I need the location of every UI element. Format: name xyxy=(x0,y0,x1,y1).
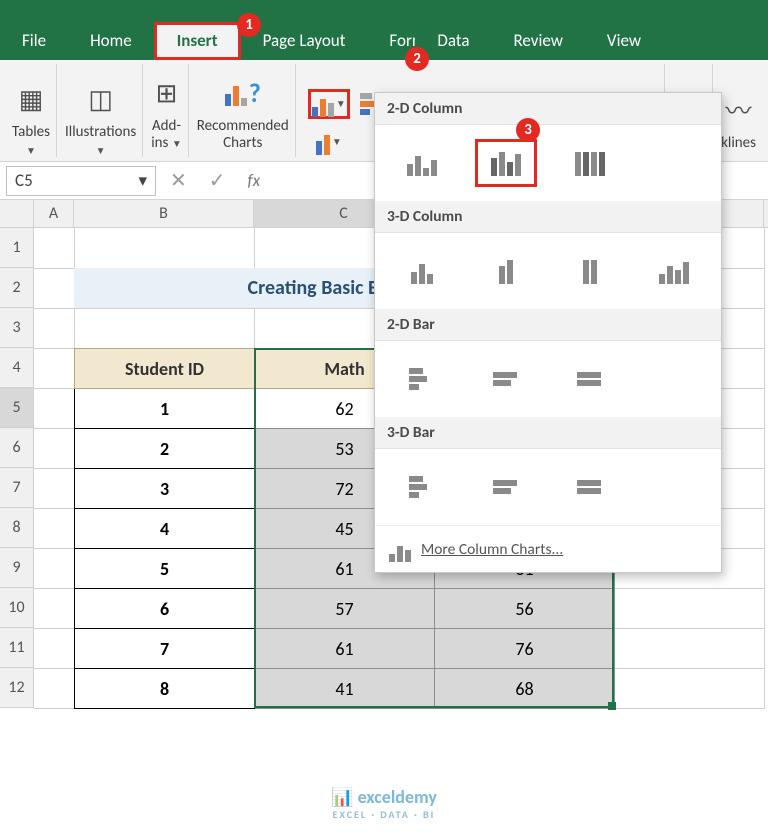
callout-badge-3: 3 xyxy=(516,118,540,142)
tab-file[interactable]: File xyxy=(0,22,68,60)
cell[interactable]: 76 xyxy=(435,629,615,669)
row-header-4[interactable]: 4 xyxy=(0,348,34,388)
chevron-down-icon[interactable]: ▾ xyxy=(138,170,147,191)
chart-100pct-stacked-column[interactable] xyxy=(559,139,621,187)
more-column-charts-label: More Column Charts... xyxy=(421,540,563,559)
group-addins[interactable]: ⊞ Add-ins ▼ xyxy=(145,64,189,157)
row-header-7[interactable]: 7 xyxy=(0,468,34,508)
tab-review[interactable]: Review xyxy=(492,22,585,60)
enter-icon[interactable]: ✓ xyxy=(209,168,226,193)
cancel-icon[interactable]: ✕ xyxy=(170,168,187,193)
table-header-id[interactable]: Student ID xyxy=(75,349,255,389)
illustrations-icon: ◫ xyxy=(88,76,113,122)
row-header-5[interactable]: 5 xyxy=(0,388,34,428)
chevron-down-icon: ▼ xyxy=(96,144,106,157)
watermark: 📊 exceldemy EXCEL · DATA · BI xyxy=(331,786,437,821)
group-recommended-charts[interactable]: ? RecommendedCharts xyxy=(191,64,296,157)
cell[interactable]: 56 xyxy=(435,589,615,629)
chart-3d-column[interactable] xyxy=(643,247,705,295)
row-header-12[interactable]: 12 xyxy=(0,668,34,708)
name-box[interactable]: C5 ▾ xyxy=(6,166,156,196)
group-recommended-charts-label: RecommendedCharts xyxy=(197,118,289,151)
row-headers: 1 2 3 4 5 6 7 8 9 10 11 12 xyxy=(0,228,34,709)
table-row[interactable]: 3 xyxy=(75,469,255,509)
table-row[interactable]: 7 xyxy=(75,629,255,669)
row-header-10[interactable]: 10 xyxy=(0,588,34,628)
table-row[interactable]: 4 xyxy=(75,509,255,549)
row-header-1[interactable]: 1 xyxy=(0,228,34,268)
section-2d-bar: 2-D Bar xyxy=(375,309,721,341)
sparkline-icon: 〰 xyxy=(726,87,752,133)
chart-100pct-stacked-bar[interactable] xyxy=(559,355,621,403)
tab-insert[interactable]: Insert xyxy=(154,22,241,60)
title-bar xyxy=(0,0,768,22)
fx-icon[interactable]: fx xyxy=(248,170,261,191)
table-row[interactable]: 6 xyxy=(75,589,255,629)
table-row[interactable]: 2 xyxy=(75,429,255,469)
chart-3d-clustered-bar[interactable] xyxy=(391,463,453,511)
cell[interactable]: 57 xyxy=(255,589,435,629)
section-3d-column: 3-D Column xyxy=(375,201,721,233)
callout-badge-2: 2 xyxy=(405,47,429,71)
section-2d-column: 2-D Column xyxy=(375,93,721,125)
group-illustrations-label: Illustrations xyxy=(65,124,136,141)
more-column-charts[interactable]: More Column Charts... xyxy=(375,525,721,572)
row-header-9[interactable]: 9 xyxy=(0,548,34,588)
recommended-charts-icon: ? xyxy=(225,70,261,116)
insert-column-chart-dropdown: 2-D Column 3-D Column 2-D Bar 3-D Bar Mo… xyxy=(374,92,722,573)
col-header-B[interactable]: B xyxy=(74,200,254,227)
watermark-brand: exceldemy xyxy=(358,786,437,808)
bar-chart-icon xyxy=(389,536,411,562)
group-illustrations[interactable]: ◫ Illustrations ▼ xyxy=(59,64,143,157)
row-header-3[interactable]: 3 xyxy=(0,308,34,348)
row-header-11[interactable]: 11 xyxy=(0,628,34,668)
col-header-A[interactable]: A xyxy=(34,200,74,227)
charts-button-row-2: ▼ xyxy=(304,119,354,157)
section-3d-bar: 3-D Bar xyxy=(375,417,721,449)
tab-view[interactable]: View xyxy=(585,22,663,60)
group-addins-label: Add-ins ▼ xyxy=(151,118,182,151)
tab-home[interactable]: Home xyxy=(68,22,154,60)
group-sparklines[interactable]: 〰 klines xyxy=(715,64,762,157)
group-tables-label: Tables xyxy=(12,124,50,141)
insert-combo-chart-button[interactable]: ▼ xyxy=(308,127,350,157)
table-icon: ▦ xyxy=(19,76,44,122)
insert-column-chart-button[interactable]: ▼ xyxy=(308,89,350,119)
chart-3d-stacked-bar[interactable] xyxy=(475,463,537,511)
row-header-8[interactable]: 8 xyxy=(0,508,34,548)
chart-3d-100pct-stacked-column[interactable] xyxy=(559,247,621,295)
group-tables[interactable]: ▦ Tables ▼ xyxy=(6,64,57,157)
chart-stacked-column[interactable] xyxy=(475,139,537,187)
row-header-6[interactable]: 6 xyxy=(0,428,34,468)
table-row[interactable]: 1 xyxy=(75,389,255,429)
name-box-value: C5 xyxy=(15,170,33,191)
chart-3d-stacked-column[interactable] xyxy=(475,247,537,295)
table-row[interactable]: 5 xyxy=(75,549,255,589)
table-row[interactable]: 8 xyxy=(75,669,255,709)
watermark-tagline: EXCEL · DATA · BI xyxy=(333,808,436,821)
addins-icon: ⊞ xyxy=(156,70,178,116)
chart-clustered-bar[interactable] xyxy=(391,355,453,403)
chart-stacked-bar[interactable] xyxy=(475,355,537,403)
callout-badge-1: 1 xyxy=(237,13,261,37)
ribbon-tabs: File Home Insert Page Layout Formulas Da… xyxy=(0,22,768,60)
cell[interactable]: 41 xyxy=(255,669,435,709)
group-sparklines-label: klines xyxy=(721,135,756,152)
cell[interactable]: 68 xyxy=(435,669,615,709)
row-header-2[interactable]: 2 xyxy=(0,268,34,308)
chart-3d-clustered-column[interactable] xyxy=(391,247,453,295)
cell[interactable]: 61 xyxy=(255,629,435,669)
chevron-down-icon: ▼ xyxy=(26,144,36,157)
chart-3d-100pct-stacked-bar[interactable] xyxy=(559,463,621,511)
select-all-corner[interactable] xyxy=(0,200,34,227)
chart-clustered-column[interactable] xyxy=(391,139,453,187)
